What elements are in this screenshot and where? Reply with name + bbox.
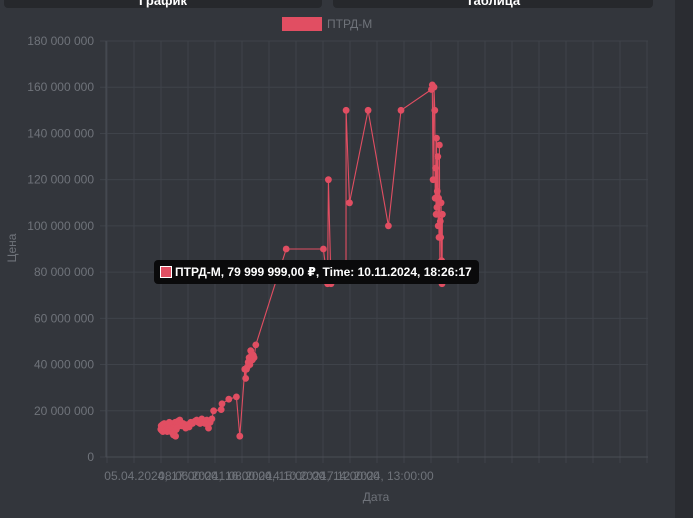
line-chart: 180 000 000 160 000 000 140 000 000 120 000…	[5, 17, 648, 504]
x-axis-ticks: 05.04.2024, 17:00:0008.06.2024, 16:00:00…	[104, 469, 434, 483]
data-tooltip: ПТРД-М, 79 999 999,00 ₽, Time: 10.11.202…	[154, 260, 479, 284]
data-point	[242, 375, 250, 382]
data-point	[385, 222, 392, 230]
data-point	[434, 153, 442, 161]
data-point	[429, 176, 437, 184]
y-axis-title: Цена	[5, 233, 19, 262]
data-point	[217, 406, 225, 413]
data-point	[236, 432, 244, 440]
data-point	[208, 415, 216, 423]
data-point	[233, 393, 240, 401]
y-tick-label: 100 000 000	[27, 219, 94, 233]
data-point	[437, 199, 445, 207]
y-tick-label: 120 000 000	[27, 173, 94, 187]
data-point	[218, 400, 226, 408]
data-point	[430, 83, 438, 91]
y-tick-label: 180 000 000	[27, 34, 94, 48]
data-point	[252, 341, 260, 349]
data-point	[433, 187, 441, 195]
x-axis-title: Дата	[363, 490, 390, 504]
data-point	[346, 199, 353, 207]
y-tick-label: 0	[87, 450, 94, 464]
data-point	[282, 245, 290, 253]
data-point	[225, 395, 233, 403]
y-tick-label: 140 000 000	[27, 126, 94, 140]
legend-swatch	[282, 17, 322, 31]
legend[interactable]: ПТРД-М	[282, 17, 372, 31]
x-tick-label: 17.12.2024, 13:00:00	[320, 469, 434, 483]
data-point	[210, 407, 218, 415]
data-point	[433, 134, 440, 142]
data-point	[325, 176, 332, 184]
data-point	[364, 106, 372, 114]
chart-grid	[100, 40, 648, 463]
data-point	[205, 424, 212, 432]
data-point	[431, 106, 439, 114]
tooltip-swatch	[160, 266, 172, 278]
y-axis-ticks: 180 000 000 160 000 000 140 000 000 120 000…	[27, 34, 94, 464]
y-tick-label: 160 000 000	[27, 80, 94, 94]
data-point	[250, 354, 258, 361]
y-tick-label: 60 000 000	[34, 311, 94, 325]
data-point	[342, 106, 350, 114]
data-point	[436, 141, 443, 149]
data-point	[437, 234, 445, 241]
legend-label: ПТРД-М	[327, 17, 372, 31]
data-point	[320, 245, 327, 253]
data-point	[432, 210, 440, 218]
y-tick-label: 40 000 000	[34, 358, 94, 372]
tooltip-text: ПТРД-М, 79 999 999,00 ₽, Time: 10.11.202…	[175, 265, 472, 279]
data-point	[439, 210, 446, 218]
y-tick-label: 80 000 000	[34, 265, 94, 279]
data-point	[172, 432, 180, 440]
data-point	[436, 217, 444, 225]
data-point	[432, 164, 439, 172]
data-point	[397, 106, 405, 114]
y-tick-label: 20 000 000	[34, 404, 94, 418]
